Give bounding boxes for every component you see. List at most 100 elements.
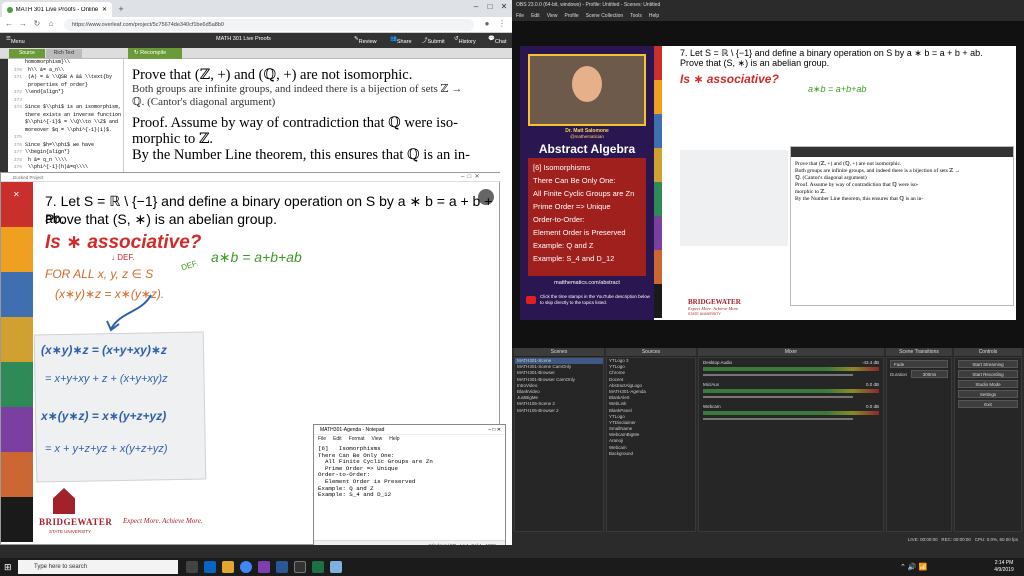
code-line[interactable]: 374 Since $\\phi$ is an isomorphism, bbox=[8, 104, 123, 112]
palette-swatch[interactable] bbox=[1, 227, 33, 272]
system-tray-icons[interactable]: ⌃ 🔊 📶 bbox=[900, 563, 927, 571]
palette-swatch[interactable] bbox=[654, 284, 662, 318]
whiteboard-window-controls[interactable]: – □ ✕ bbox=[461, 173, 480, 180]
obs-menu-scene-collection[interactable]: Scene Collection bbox=[586, 13, 624, 19]
code-line[interactable]: 371 (A) = & \\QSB A && \\text{by bbox=[8, 74, 123, 82]
tab-close-icon[interactable]: ✕ bbox=[102, 6, 107, 13]
palette-swatch[interactable] bbox=[1, 362, 33, 407]
volume-slider[interactable] bbox=[703, 418, 853, 420]
submit-button[interactable]: ⤴ Submit bbox=[422, 36, 445, 45]
menu-button[interactable]: ☰ Menu bbox=[6, 36, 25, 45]
close-icon[interactable]: ✕ bbox=[498, 2, 510, 11]
color-palette[interactable] bbox=[1, 182, 33, 546]
source-item[interactable]: Background bbox=[607, 451, 695, 457]
menu-format[interactable]: Format bbox=[349, 435, 365, 444]
home-icon[interactable]: ⌂ bbox=[46, 19, 56, 28]
palette-swatch[interactable] bbox=[654, 182, 662, 216]
palette-swatch[interactable] bbox=[654, 216, 662, 250]
studio-mode-button[interactable]: Studio Mode bbox=[958, 380, 1018, 388]
palette-swatch[interactable] bbox=[654, 148, 662, 182]
edge-icon[interactable] bbox=[204, 561, 216, 573]
minimize-icon[interactable]: – bbox=[470, 2, 482, 11]
chrome-tab-overleaf[interactable]: MATH 301 Live Proofs - Online ✕ bbox=[2, 2, 112, 17]
new-tab-button[interactable]: + bbox=[116, 4, 126, 14]
palette-swatch[interactable] bbox=[654, 114, 662, 148]
code-line[interactable]: 378 h &= q_n \\\\ bbox=[8, 157, 123, 165]
chrome-menu-icon[interactable]: ⋮ bbox=[497, 19, 507, 28]
history-button[interactable]: ↺ History bbox=[454, 36, 476, 45]
palette-swatch[interactable] bbox=[1, 182, 33, 227]
obs-menu-tools[interactable]: Tools bbox=[630, 13, 642, 19]
obs-menu-profile[interactable]: Profile bbox=[564, 13, 578, 19]
palette-swatch[interactable] bbox=[1, 407, 33, 452]
settings-button[interactable]: Settings bbox=[958, 390, 1018, 398]
code-line[interactable]: properties of order} bbox=[8, 82, 123, 90]
palette-swatch[interactable] bbox=[1, 452, 33, 497]
start-streaming-button[interactable]: Start Streaming bbox=[958, 360, 1018, 368]
profile-avatar-icon[interactable]: ● bbox=[482, 19, 492, 28]
code-line[interactable]: 375 bbox=[8, 134, 123, 142]
source-tab[interactable]: Source bbox=[9, 49, 45, 58]
sources-list[interactable]: YTLogo 3 YTLogo Chrome Docent AbstractAlgLog… bbox=[606, 357, 696, 532]
menu-edit[interactable]: Edit bbox=[333, 435, 342, 444]
notepad-window-controls[interactable]: – □ ✕ bbox=[488, 425, 505, 435]
latex-editor[interactable]: homomorphism}\\ 370 h\\ &= a_n\\ 371 (A) =… bbox=[8, 59, 124, 179]
code-line[interactable]: homomorphism}\\ bbox=[8, 59, 123, 67]
code-line[interactable]: 377 \\begin{align*} bbox=[8, 149, 123, 157]
scene-item[interactable]: MATH105-Browser 2 bbox=[515, 408, 603, 414]
menu-file[interactable]: File bbox=[318, 435, 326, 444]
obs-menu-file[interactable]: File bbox=[516, 13, 524, 19]
windows-start-icon[interactable]: ⊞ bbox=[4, 562, 14, 572]
word-icon[interactable] bbox=[276, 561, 288, 573]
code-line[interactable]: 379 \\phi^{-1}(h)&=q\\\\ bbox=[8, 164, 123, 172]
review-button[interactable]: ✎ Review bbox=[354, 36, 377, 45]
code-line[interactable]: there exists an inverse function bbox=[8, 112, 123, 120]
taskbar-search-input[interactable]: Type here to search bbox=[18, 560, 178, 574]
url-input[interactable]: https://www.overleaf.com/project/5c75674… bbox=[64, 19, 474, 31]
pdf-preview: Prove that (ℤ, +) and (ℚ, +) are not iso… bbox=[124, 59, 512, 179]
chat-button[interactable]: 💬 Chat bbox=[488, 36, 506, 45]
notepad-text-area[interactable]: [6] Isomorphisms There Can Be Only One: … bbox=[314, 444, 505, 532]
exit-button[interactable]: Exit bbox=[958, 400, 1018, 408]
file-explorer-icon[interactable] bbox=[222, 561, 234, 573]
scenes-list[interactable]: MATH301-Scene MATH301-Scene CamOnly MATH30… bbox=[514, 357, 604, 532]
palette-swatch[interactable] bbox=[1, 497, 33, 542]
maximize-icon[interactable]: □ bbox=[484, 2, 496, 11]
start-recording-button[interactable]: Start Recording bbox=[958, 370, 1018, 378]
volume-slider[interactable] bbox=[703, 374, 853, 376]
code-line[interactable]: $\\phi^{-1}$ = \\Q\\to \\Z$ and bbox=[8, 119, 123, 127]
palette-swatch[interactable] bbox=[654, 46, 662, 80]
recompile-button[interactable]: ↻ Recompile bbox=[128, 48, 182, 59]
obs-menu-view[interactable]: View bbox=[547, 13, 558, 19]
duration-input[interactable]: 300ms bbox=[911, 370, 948, 378]
obs-menu-help[interactable]: Help bbox=[649, 13, 659, 19]
menu-help[interactable]: Help bbox=[389, 435, 399, 444]
transition-select[interactable]: Fade bbox=[890, 360, 948, 368]
notepad-taskbar-icon[interactable] bbox=[330, 561, 342, 573]
code-line[interactable]: 372 \\end{align*} bbox=[8, 89, 123, 97]
code-line[interactable]: moreover $q = \\phi^{-1}(1)$. bbox=[8, 127, 123, 135]
chrome-icon[interactable] bbox=[240, 561, 252, 573]
code-line[interactable]: 373 bbox=[8, 97, 123, 105]
code-line[interactable]: 376 Since $h=\\phi$ we have bbox=[8, 142, 123, 150]
obs-taskbar-icon[interactable] bbox=[294, 561, 306, 573]
palette-swatch[interactable] bbox=[1, 272, 33, 317]
excel-icon[interactable] bbox=[312, 561, 324, 573]
rich-text-tab[interactable]: Rich Text bbox=[46, 49, 82, 58]
volume-slider[interactable] bbox=[703, 396, 853, 398]
obs-menu-edit[interactable]: Edit bbox=[531, 13, 540, 19]
share-button[interactable]: 👥 Share bbox=[390, 36, 412, 45]
reload-icon[interactable]: ↻ bbox=[32, 19, 42, 28]
menu-view[interactable]: View bbox=[372, 435, 383, 444]
forward-icon[interactable]: → bbox=[18, 19, 28, 28]
back-icon[interactable]: ← bbox=[4, 19, 14, 28]
palette-swatch[interactable] bbox=[1, 317, 33, 362]
taskbar-clock[interactable]: 2:14 PM 4/9/2019 bbox=[985, 560, 1023, 573]
code-line[interactable]: 370 h\\ &= a_n\\ bbox=[8, 67, 123, 75]
project-title[interactable]: MATH 301 Live Proofs bbox=[216, 36, 271, 42]
palette-swatch[interactable] bbox=[654, 250, 662, 284]
task-view-icon[interactable] bbox=[186, 561, 198, 573]
close-panel-icon[interactable]: ✕ bbox=[13, 191, 21, 199]
onenote-icon[interactable] bbox=[258, 561, 270, 573]
palette-swatch[interactable] bbox=[654, 80, 662, 114]
